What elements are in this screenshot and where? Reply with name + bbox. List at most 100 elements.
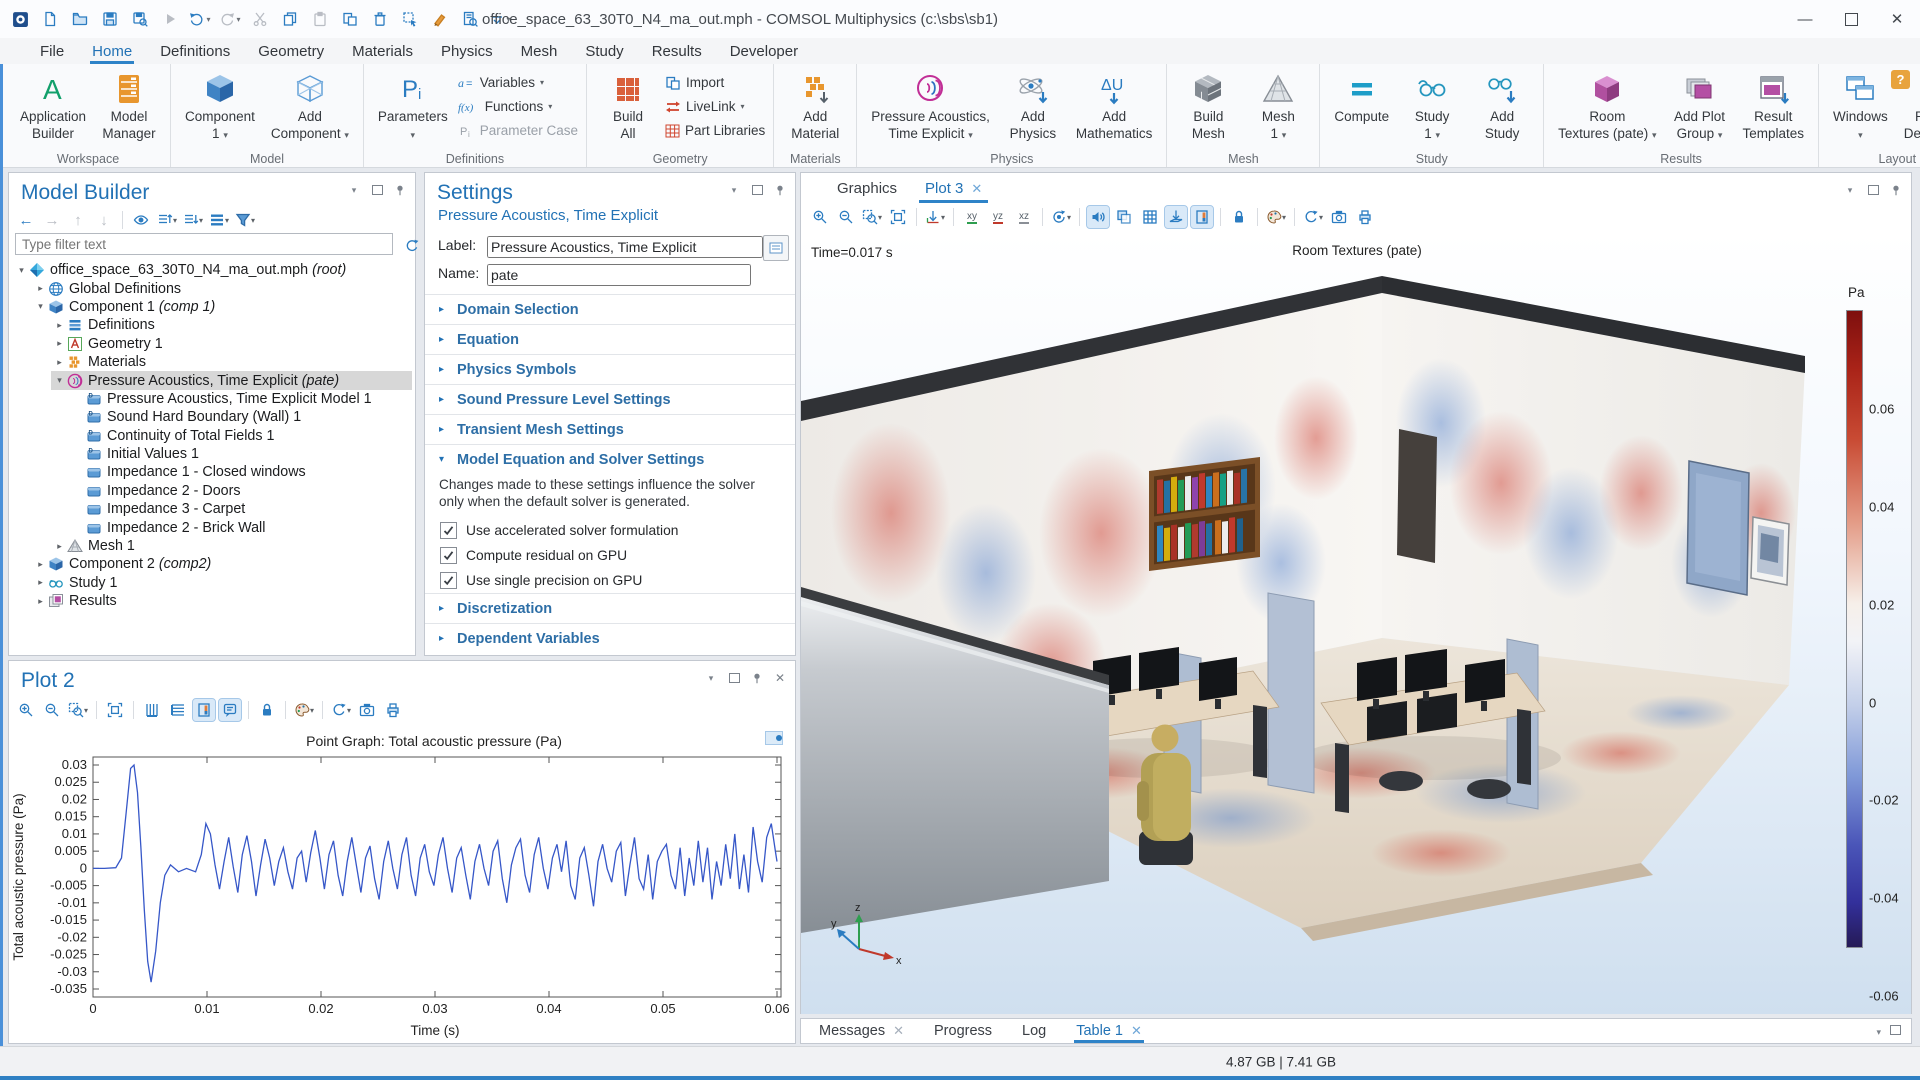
filter-input[interactable] [15, 233, 393, 255]
collapse-icon[interactable]: ▾ [704, 671, 718, 685]
expand-arrow-icon[interactable]: ▸ [53, 357, 66, 368]
menu-item-mesh[interactable]: Mesh [507, 38, 572, 64]
tab-plot-3[interactable]: Plot 3 ✕ [915, 180, 992, 203]
arrow-down-icon[interactable]: ↓ [93, 209, 115, 231]
lock-axes-icon[interactable] [1228, 206, 1250, 228]
sound-icon[interactable] [1086, 205, 1110, 229]
rotate-icon[interactable]: ▾ [1050, 206, 1072, 228]
paste-icon[interactable] [308, 7, 332, 31]
section-header[interactable]: ▸ Physics Symbols [425, 355, 795, 384]
zoom-out-icon[interactable] [41, 699, 63, 721]
ribbon-item-build-all[interactable]: Build All [595, 66, 661, 146]
color-palette-icon[interactable]: ▾ [293, 699, 315, 721]
ribbon-item-add-component[interactable]: Add Component ▾ [265, 66, 355, 148]
redo-icon[interactable]: ▾ [218, 7, 242, 31]
save-as-icon[interactable] [128, 7, 152, 31]
update-icon[interactable]: ▾ [330, 699, 352, 721]
save-icon[interactable] [98, 7, 122, 31]
ribbon-item-windows[interactable]: Windows ▾ [1827, 66, 1894, 148]
float-icon[interactable] [750, 183, 764, 197]
snapshot-icon[interactable] [1328, 206, 1350, 228]
cut-icon[interactable] [248, 7, 272, 31]
menu-item-study[interactable]: Study [571, 38, 637, 64]
zoom-in-icon[interactable] [809, 206, 831, 228]
pin-icon[interactable] [393, 183, 407, 197]
ribbon-item-variables[interactable]: a = Variables ▾ [458, 72, 578, 93]
rename-icon[interactable] [763, 235, 789, 261]
tab-messages[interactable]: Messages ✕ [817, 1019, 906, 1043]
new-file-icon[interactable] [38, 7, 62, 31]
zoom-extents-icon[interactable] [104, 699, 126, 721]
tree-columns-icon[interactable]: ▾ [208, 209, 230, 231]
run-icon[interactable] [158, 7, 182, 31]
zoom-extents-icon[interactable] [887, 206, 909, 228]
ribbon-item-parameters[interactable]: Pi Parameters ▾ [372, 66, 454, 148]
color-legend-icon[interactable] [192, 698, 216, 722]
eye-icon[interactable] [130, 209, 152, 231]
ribbon-item-add-study[interactable]: Add Study [1469, 66, 1535, 146]
expand-arrow-icon[interactable]: ▸ [34, 283, 47, 294]
lock-axes-icon[interactable] [256, 699, 278, 721]
collapse-icon[interactable]: ▾ [727, 183, 741, 197]
section-header[interactable]: ▸ Equation [425, 325, 795, 354]
collapse-arrow-icon[interactable]: ▾ [15, 265, 28, 276]
pin-icon[interactable] [773, 183, 787, 197]
pin-icon[interactable] [750, 671, 764, 685]
tree-item-sound-hard-boundary-wall-1[interactable]: D Sound Hard Boundary (Wall) 1 [9, 408, 414, 426]
app-logo-icon[interactable] [8, 7, 32, 31]
section-header[interactable]: ▸ Dependent Variables [425, 624, 795, 653]
refresh-icon[interactable] [401, 235, 423, 257]
expand-arrow-icon[interactable]: ▸ [34, 577, 47, 588]
tab-graphics[interactable]: Graphics [827, 180, 907, 203]
ribbon-item-mesh-1[interactable]: Mesh 1 ▾ [1245, 66, 1311, 148]
zoom-box-icon[interactable]: ▾ [67, 699, 89, 721]
report-preview-icon[interactable] [458, 7, 482, 31]
annotation-icon[interactable] [218, 698, 242, 722]
close-button[interactable]: ✕ [1874, 0, 1920, 38]
select-box-icon[interactable] [398, 7, 422, 31]
menu-item-developer[interactable]: Developer [716, 38, 812, 64]
menu-item-file[interactable]: File [26, 38, 78, 64]
checkbox-icon[interactable] [440, 547, 457, 564]
ribbon-item-add-mathematics[interactable]: ΔU Add Mathematics [1070, 66, 1159, 146]
expand-arrow-icon[interactable]: ▸ [53, 320, 66, 331]
float-icon[interactable] [727, 671, 741, 685]
tree-item-pressure-acoustics-time-explicit-model-1[interactable]: D Pressure Acoustics, Time Explicit Model… [9, 390, 414, 408]
arrow-left-icon[interactable]: ← [15, 209, 37, 231]
ribbon-item-livelink[interactable]: LiveLink ▾ [665, 96, 765, 117]
view-xz-icon[interactable]: xz [1013, 206, 1035, 228]
menu-item-definitions[interactable]: Definitions [146, 38, 244, 64]
ribbon-item-component-1[interactable]: Component 1 ▾ [179, 66, 261, 148]
menu-item-geometry[interactable]: Geometry [244, 38, 338, 64]
marker-icon[interactable] [428, 7, 452, 31]
copy-icon[interactable] [278, 7, 302, 31]
collapse-icon[interactable]: ▾ [1876, 1022, 1881, 1040]
tree-item-component-2[interactable]: ▸ Component 2 (comp2) [9, 555, 414, 573]
ribbon-item-model-manager[interactable]: Model Manager [96, 66, 162, 146]
plane-arrow-icon[interactable] [1164, 205, 1188, 229]
tree-item-pressure-acoustics-time-explicit[interactable]: ▾ Pressure Acoustics, Time Explicit (pate) [9, 371, 414, 390]
collapse-arrow-icon[interactable]: ▾ [34, 301, 47, 312]
expand-arrow-icon[interactable]: ▸ [53, 541, 66, 552]
scene-3d-room[interactable]: z y x [801, 233, 1911, 1014]
view-yz-icon[interactable]: yz [987, 206, 1009, 228]
ribbon-item-add-physics[interactable]: Add Physics [1000, 66, 1066, 146]
ribbon-item-study-1[interactable]: Study 1 ▾ [1399, 66, 1465, 148]
color-legend-icon[interactable] [1190, 205, 1214, 229]
maximize-button[interactable] [1828, 0, 1874, 38]
tree-item-materials[interactable]: ▸ Materials [9, 353, 414, 371]
x-grid-icon[interactable] [141, 699, 163, 721]
checkbox-icon[interactable] [440, 572, 457, 589]
checkbox-use-accelerated-solver-formulation[interactable]: Use accelerated solver formulation [425, 518, 795, 543]
plot-settings-icon[interactable] [763, 727, 785, 749]
ribbon-item-functions[interactable]: f(x) Functions ▾ [458, 96, 578, 117]
collapse-list-icon[interactable]: ▾ [156, 209, 178, 231]
transparency-icon[interactable] [1113, 206, 1135, 228]
expand-arrow-icon[interactable]: ▸ [53, 338, 66, 349]
expand-arrow-icon[interactable]: ▸ [34, 559, 47, 570]
tree-item-geometry-1[interactable]: ▸ Geometry 1 [9, 335, 414, 353]
y-grid-icon[interactable] [167, 699, 189, 721]
ribbon-item-pressure-acoustics-time-explicit[interactable]: Pressure Acoustics, Time Explicit ▾ [865, 66, 996, 148]
print-icon[interactable] [382, 699, 404, 721]
open-folder-icon[interactable] [68, 7, 92, 31]
